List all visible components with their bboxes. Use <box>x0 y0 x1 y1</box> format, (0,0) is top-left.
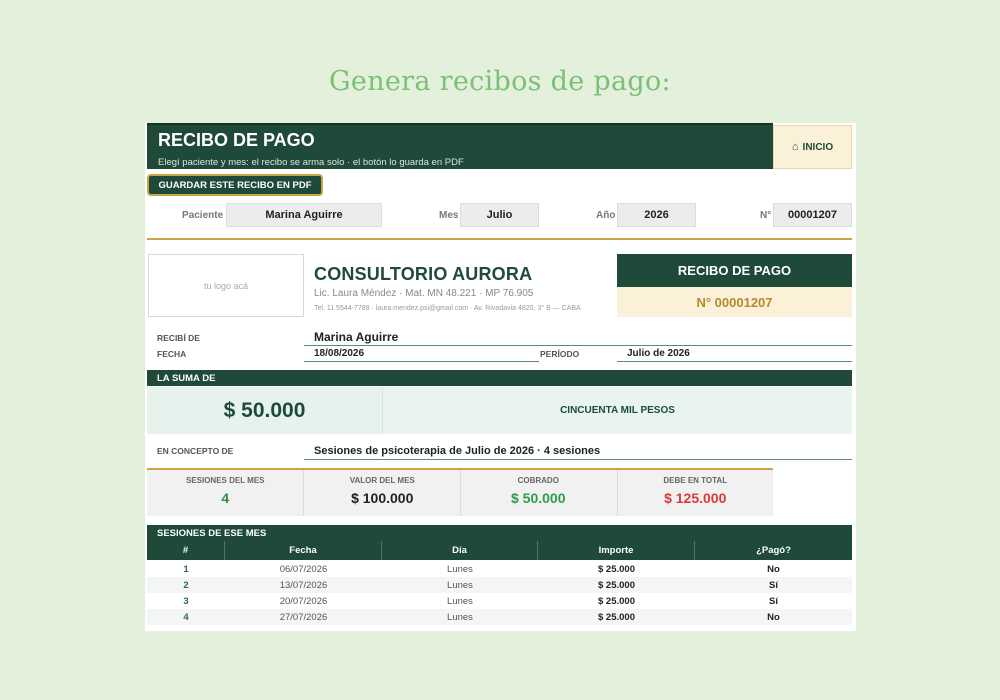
sessions-header: SESIONES DE ESE MES <box>147 525 852 541</box>
row-paid: Sí <box>769 579 778 591</box>
clinic-name: CONSULTORIO AURORA <box>314 264 533 284</box>
table-row: 4 27/07/2026 Lunes $ 25.000 No <box>147 609 852 625</box>
row-number: 2 <box>183 579 189 591</box>
logo-placeholder: tu logo acá <box>148 254 304 317</box>
home-icon: ⌂ <box>791 141 799 153</box>
summary-value: $ 100.000 <box>351 490 414 506</box>
summary-value: $ 125.000 <box>664 490 727 506</box>
gold-divider <box>147 238 852 240</box>
date-underline <box>304 361 539 362</box>
concept-label: EN CONCEPTO DE <box>157 446 234 456</box>
row-day: Lunes <box>447 611 473 623</box>
summary-owed: DEBE EN TOTAL $ 125.000 <box>617 470 774 516</box>
row-amount: $ 25.000 <box>598 579 635 591</box>
summary-strip: SESIONES DEL MES 4 VALOR DEL MES $ 100.0… <box>147 468 773 516</box>
month-select[interactable]: Julio <box>460 203 539 227</box>
row-amount: $ 25.000 <box>598 563 635 575</box>
summary-label: VALOR DEL MES <box>349 476 415 485</box>
summary-label: DEBE EN TOTAL <box>663 476 728 485</box>
period-value: Julio de 2026 <box>627 348 690 359</box>
receipt-box-number: N° 00001207 <box>617 287 852 317</box>
date-value: 18/08/2026 <box>314 348 365 359</box>
page-headline: Genera recibos de pago: <box>329 66 671 97</box>
summary-collected: COBRADO $ 50.000 <box>460 470 617 516</box>
month-label: Mes <box>439 210 459 221</box>
column-header: Fecha <box>225 541 382 560</box>
table-row: 1 06/07/2026 Lunes $ 25.000 No <box>147 561 852 577</box>
receipt-number-field[interactable]: 00001207 <box>773 203 852 227</box>
date-label: FECHA <box>157 349 187 359</box>
row-date: 13/07/2026 <box>279 579 328 591</box>
row-number: 1 <box>183 563 189 575</box>
row-date: 20/07/2026 <box>279 595 328 607</box>
row-paid: No <box>767 611 780 623</box>
sum-header: LA SUMA DE <box>147 370 852 386</box>
row-day: Lunes <box>447 595 473 607</box>
header-bar: RECIBO DE PAGO Elegí paciente y mes: el … <box>147 123 773 169</box>
period-underline <box>617 361 852 362</box>
summary-value: $ 50.000 <box>511 490 566 506</box>
home-button[interactable]: ⌂ INICIO <box>773 125 852 169</box>
amount-value: $ 50.000 <box>147 387 382 434</box>
receipt-sheet: RECIBO DE PAGO Elegí paciente y mes: el … <box>145 123 856 631</box>
column-header: ¿Pagó? <box>756 545 791 556</box>
year-label: Año <box>596 210 616 221</box>
received-underline <box>304 345 852 346</box>
column-header: Día <box>382 541 538 560</box>
column-header: Importe <box>538 541 695 560</box>
row-day: Lunes <box>447 579 473 591</box>
header-title: RECIBO DE PAGO <box>158 130 315 150</box>
patient-label: Paciente <box>182 210 224 221</box>
patient-select[interactable]: Marina Aguirre <box>226 203 382 227</box>
received-from-value: Marina Aguirre <box>314 330 399 344</box>
row-paid: Sí <box>769 595 778 607</box>
row-number: 4 <box>183 611 189 623</box>
concept-underline <box>304 459 852 460</box>
summary-label: COBRADO <box>517 476 559 485</box>
sessions-table-header: # Fecha Día Importe ¿Pagó? <box>147 541 852 560</box>
summary-value: 4 <box>221 490 230 506</box>
row-paid: No <box>767 563 780 575</box>
concept-value: Sesiones de psicoterapia de Julio de 202… <box>314 445 601 457</box>
receipt-box-title: RECIBO DE PAGO <box>617 254 852 287</box>
year-select[interactable]: 2026 <box>617 203 696 227</box>
save-pdf-button[interactable]: GUARDAR ESTE RECIBO EN PDF <box>147 174 323 196</box>
header-subtitle: Elegí paciente y mes: el recibo se arma … <box>158 157 464 168</box>
contact-info: Tel. 11 5544-7788 · laura.mendez.psi@gma… <box>314 305 581 312</box>
received-from-label: RECIBÍ DE <box>157 333 200 343</box>
row-date: 27/07/2026 <box>279 611 328 623</box>
summary-label: SESIONES DEL MES <box>185 476 265 485</box>
home-label: INICIO <box>802 141 834 153</box>
row-day: Lunes <box>447 563 473 575</box>
row-amount: $ 25.000 <box>598 611 635 623</box>
professional-info: Lic. Laura Méndez · Mat. MN 48.221 · MP … <box>314 288 534 299</box>
period-label: PERÍODO <box>540 349 580 359</box>
table-row: 3 20/07/2026 Lunes $ 25.000 Sí <box>147 593 852 609</box>
row-amount: $ 25.000 <box>598 595 635 607</box>
table-row: 2 13/07/2026 Lunes $ 25.000 Sí <box>147 577 852 593</box>
column-header: # <box>147 541 225 560</box>
row-number: 3 <box>183 595 189 607</box>
summary-month-value: VALOR DEL MES $ 100.000 <box>304 470 461 516</box>
amount-in-words: CINCUENTA MIL PESOS <box>382 387 852 434</box>
number-label: N° <box>760 210 772 221</box>
summary-sessions: SESIONES DEL MES 4 <box>147 470 304 516</box>
row-date: 06/07/2026 <box>279 563 328 575</box>
